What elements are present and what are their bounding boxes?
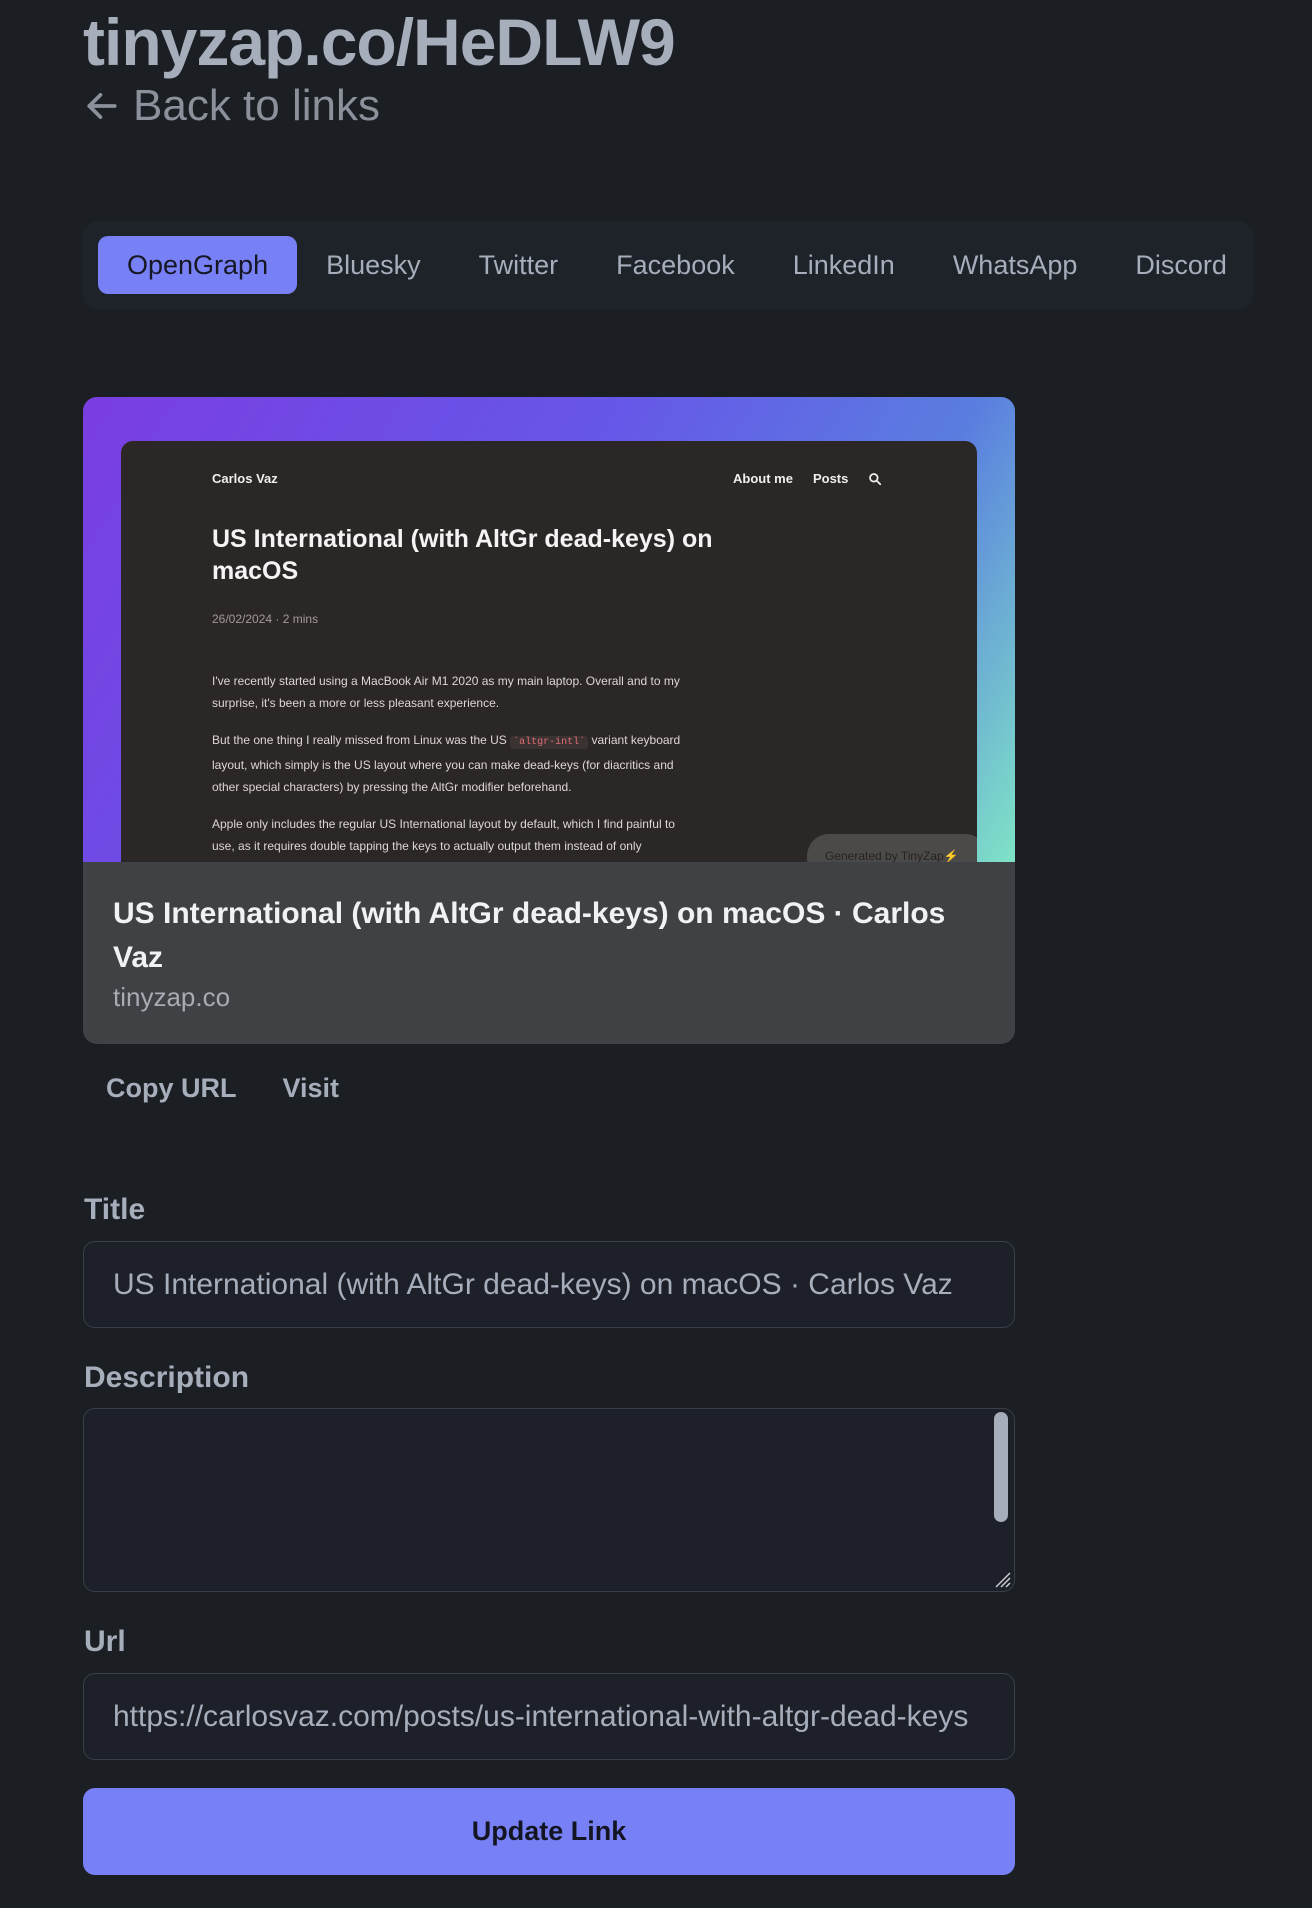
update-link-button[interactable]: Update Link (83, 1788, 1015, 1875)
tab-facebook[interactable]: Facebook (587, 236, 764, 294)
screenshot-author: Carlos Vaz (212, 471, 278, 486)
screenshot-meta: 26/02/2024 · 2 mins (212, 612, 319, 626)
page-title: tinyzap.co/HeDLW9 (83, 5, 676, 79)
preview-actions: Copy URL Visit (83, 1065, 362, 1112)
preview-image: Carlos Vaz About me Posts US Internation… (83, 397, 1015, 862)
screenshot-nav: About me Posts (733, 471, 882, 486)
back-to-links-link[interactable]: Back to links (83, 80, 380, 132)
preview-title: US International (with AltGr dead-keys) … (113, 897, 946, 974)
url-label: Url (84, 1625, 126, 1658)
generated-by-badge: Generated by TinyZap⚡ (807, 834, 977, 862)
copy-url-button[interactable]: Copy URL (83, 1065, 260, 1112)
screenshot-paragraph: I've recently started using a MacBook Ai… (212, 674, 680, 710)
screenshot-code: `altgr-intl` (510, 736, 589, 749)
description-textarea[interactable] (83, 1408, 1015, 1592)
textarea-scrollbar[interactable] (994, 1412, 1008, 1522)
back-link-label: Back to links (133, 81, 380, 130)
tab-linkedin[interactable]: LinkedIn (764, 236, 924, 294)
page-screenshot: Carlos Vaz About me Posts US Internation… (121, 441, 977, 862)
tab-bluesky[interactable]: Bluesky (297, 236, 450, 294)
search-icon (869, 472, 882, 485)
tab-whatsapp[interactable]: WhatsApp (924, 236, 1107, 294)
visit-button[interactable]: Visit (260, 1065, 363, 1112)
title-input[interactable]: US International (with AltGr dead-keys) … (83, 1241, 1015, 1328)
tab-discord[interactable]: Discord (1106, 236, 1256, 294)
screenshot-nav-about: About me (733, 471, 793, 486)
tab-twitter[interactable]: Twitter (450, 236, 588, 294)
arrow-left-icon (87, 93, 117, 119)
opengraph-preview-card: Carlos Vaz About me Posts US Internation… (83, 397, 1015, 1044)
screenshot-paragraph: But the one thing I really missed from L… (212, 733, 681, 794)
screenshot-paragraph: Apple only includes the regular US Inter… (212, 817, 675, 853)
preview-domain: tinyzap.co (113, 982, 231, 1012)
screenshot-nav-posts: Posts (812, 471, 849, 486)
preview-info: US International (with AltGr dead-keys) … (83, 862, 1015, 1013)
description-label: Description (84, 1361, 250, 1394)
title-label: Title (84, 1193, 146, 1226)
screenshot-body: I've recently started using a MacBook Ai… (212, 670, 692, 862)
platform-tabs: OpenGraph Bluesky Twitter Facebook Linke… (83, 221, 1253, 309)
screenshot-heading: US International (with AltGr dead-keys) … (212, 525, 713, 585)
resize-handle-icon[interactable] (988, 1565, 1012, 1589)
url-input[interactable]: https://carlosvaz.com/posts/us-internati… (83, 1673, 1015, 1760)
tab-opengraph[interactable]: OpenGraph (98, 236, 298, 294)
